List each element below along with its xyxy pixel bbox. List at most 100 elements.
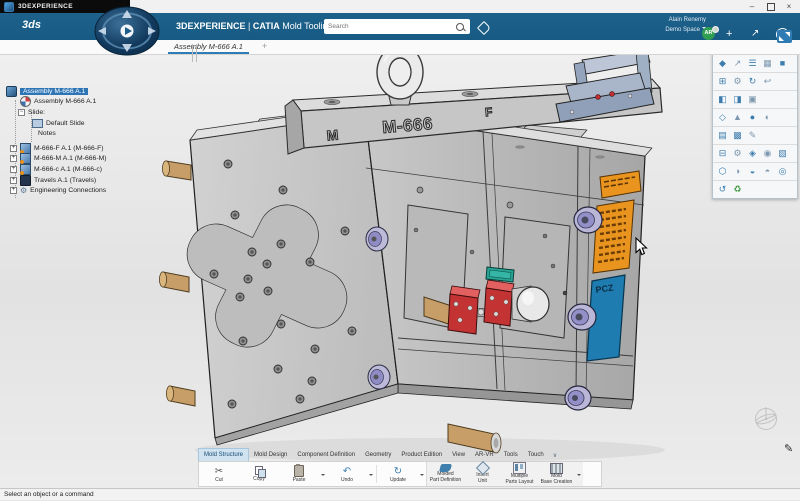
paste-dropdown[interactable] [319,462,327,486]
actionpad-icon[interactable]: ▣ [746,93,759,106]
add-content-button[interactable]: + [726,28,732,40]
search-input[interactable] [324,23,456,30]
actionpad-icon[interactable]: ↗ [731,57,744,70]
ribbon-tab-view[interactable]: View [447,449,470,461]
ribbon-tab-geometry[interactable]: Geometry [360,449,396,461]
user-name: Alain Renemy [636,16,706,26]
update-dropdown[interactable] [418,462,426,486]
expand-expander-icon[interactable]: + [10,145,17,152]
minimize-button[interactable]: – [744,1,760,12]
ribbon-tab-ar-vr[interactable]: AR-VR [470,449,499,461]
actionpad-icon[interactable]: ◇ [716,111,729,124]
search-box[interactable] [324,19,470,34]
mold-base-dropdown[interactable] [575,462,583,486]
tree-item-m666f[interactable]: + M-666-F A.1 (M-666-F) [2,143,194,154]
maximize-button[interactable] [763,1,779,12]
tree-item-assembly[interactable]: Assembly M-666 A.1 [2,97,194,108]
3dexperience-compass-icon[interactable] [92,6,162,56]
expand-expander-icon[interactable]: + [10,177,17,184]
actionpad-icon[interactable]: ☰ [746,57,759,70]
actionpad-icon[interactable]: ◎ [776,165,789,178]
search-icon[interactable] [456,23,464,31]
molded-part-definition-button[interactable]: MoldedPart Definition [427,462,464,486]
ribbon-tab-tools[interactable]: Tools [499,449,523,461]
insert-unit-button[interactable]: InsertUnit [464,462,501,486]
actionpad-icon[interactable]: ⚙ [731,147,744,160]
multiple-parts-layout-button[interactable]: MultipleParts Layout [501,462,538,486]
tag-icon[interactable] [477,21,491,35]
specification-tree: Assembly M-666 A.1 Assembly M-666 A.1 − … [2,86,194,196]
tree-item-travels[interactable]: + Travels A.1 (Travels) [2,175,194,186]
ribbon-toolbar: ✂ Cut Copy Paste ↶ Undo ↻ Update MoldedP… [198,461,602,487]
expand-expander-icon[interactable]: + [10,166,17,173]
actionpad-icon[interactable]: ◧ [716,93,729,106]
ribbon-tab-mold-structure[interactable]: Mold Structure [198,448,249,461]
collapse-expander-icon[interactable]: − [18,109,25,116]
actionpad-icon[interactable]: ◓ [761,165,774,178]
actionpad-icon[interactable]: ⬡ [716,165,729,178]
actionpad-icon[interactable]: ▲ [731,111,744,124]
actionpad-icon[interactable]: ↻ [746,75,759,88]
actionpad-icon[interactable]: ▦ [761,57,774,70]
ribbon-tab-product-edition[interactable]: Product Edition [396,449,447,461]
3ds-logo: 3ds [22,19,41,31]
user-block[interactable]: Alain Renemy Demo Space [636,16,706,35]
actionpad-icon[interactable]: ⊞ [716,75,729,88]
actionpad-icon[interactable]: ◐ [761,111,774,124]
tree-item-m666c[interactable]: + M-666-c A.1 (M-666-c) [2,164,194,175]
mold-base-button[interactable]: MoldBase Creation [538,462,575,486]
actionpad-icon[interactable]: ▧ [776,147,789,160]
share-button[interactable]: ↗ [751,28,759,40]
window-title: 3DEXPERIENCE [18,3,73,10]
tree-item-m666m[interactable]: + M-666-M A.1 (M-666-M) [2,154,194,165]
app-title-app: CATIA [253,21,280,31]
expand-view-button[interactable] [777,30,792,43]
new-tab-button[interactable]: + [262,41,267,51]
undo-button[interactable]: ↶ Undo [327,462,367,486]
tab-assembly-m666[interactable]: Assembly M-666 A.1 [168,41,249,54]
paste-button[interactable]: Paste [279,462,319,486]
expand-expander-icon[interactable]: + [10,155,17,162]
tree-item-default-slide[interactable]: Default Slide [2,118,194,129]
ribbon-tab-component-definition[interactable]: Component Definition [292,449,360,461]
actionpad-refresh-icon[interactable]: ♻ [731,183,744,196]
app-icon [4,2,14,12]
update-icon: ↻ [394,466,402,477]
action-pad-row: ⬡ ◑ ◒ ◓ ◎ [713,163,797,181]
actionpad-icon[interactable]: ▤ [716,129,729,142]
actionpad-icon[interactable]: ↩ [761,75,774,88]
actionpad-icon[interactable]: ▩ [731,129,744,142]
actionpad-icon[interactable]: ◒ [746,165,759,178]
tree-item-label: Engineering Connections [30,187,106,194]
paste-icon [294,465,304,477]
cut-button[interactable]: ✂ Cut [199,462,239,486]
copy-button[interactable]: Copy [239,462,279,486]
update-button[interactable]: ↻ Update [378,462,418,486]
actionpad-icon[interactable]: ⚙ [731,75,744,88]
ribbon-tab-touch[interactable]: Touch [523,449,549,461]
tree-item-root[interactable]: Assembly M-666 A.1 [2,86,194,97]
tree-item-engineering-connections[interactable]: + ⚙ Engineering Connections [2,185,194,196]
actionpad-icon[interactable]: ◑ [731,165,744,178]
actionpad-icon[interactable]: ⊟ [716,147,729,160]
close-button[interactable]: × [781,1,797,12]
ribbon-tab-mold-design[interactable]: Mold Design [249,449,292,461]
action-pad-row: ◇ ▲ ● ◐ [713,109,797,127]
actionpad-icon[interactable]: ◉ [761,147,774,160]
actionpad-icon[interactable]: ◆ [716,57,729,70]
actionpad-icon[interactable]: ■ [776,57,789,70]
tree-item-slide[interactable]: − Slide: [2,107,194,118]
actionpad-icon[interactable]: ● [746,111,759,124]
actionpad-icon[interactable]: ◨ [731,93,744,106]
expand-expander-icon[interactable]: + [10,187,17,194]
undo-dropdown[interactable] [367,462,375,486]
action-pad-row: ▤ ▩ ✎ [713,127,797,145]
tree-item-notes[interactable]: Notes [2,128,194,139]
actionpad-icon[interactable]: ◈ [746,147,759,160]
actionpad-icon[interactable]: ✎ [746,129,759,142]
actionpad-icon[interactable]: ↺ [716,183,729,196]
ribbon-overflow-chevron[interactable]: ∨ [549,450,561,461]
workspace-selector[interactable]: Demo Space [636,26,706,36]
part-icon [20,153,31,164]
dropdown-caret-icon [321,474,325,478]
